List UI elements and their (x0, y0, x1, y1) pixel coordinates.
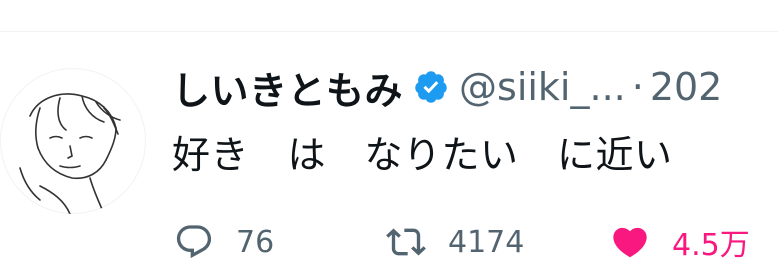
tweet-header: しいきともみ @siiki_... · 202 (172, 62, 778, 112)
retweet-button[interactable]: 4174 (384, 222, 524, 262)
retweet-count: 4174 (448, 224, 525, 260)
tweet-text: 好き は なりたい に近い (172, 133, 673, 177)
heart-icon (613, 227, 647, 258)
reply-count: 76 (236, 224, 275, 260)
user-handle[interactable]: @siiki_... (459, 65, 626, 109)
tweet-date[interactable]: 202 (650, 65, 723, 109)
separator-dot: · (631, 65, 644, 109)
top-divider (0, 31, 778, 32)
avatar-sketch-image (19, 93, 121, 214)
reply-icon (176, 225, 212, 259)
display-name[interactable]: しいきともみ (172, 62, 403, 113)
retweet-icon (386, 228, 426, 256)
like-count: 4.5万 (672, 228, 750, 263)
like-button[interactable]: 4.5万 (608, 222, 750, 263)
verified-badge-icon (415, 71, 447, 103)
reply-button[interactable]: 76 (172, 222, 274, 262)
tweet-actions: 76 4174 4.5万 (172, 222, 778, 263)
avatar[interactable] (0, 68, 146, 214)
